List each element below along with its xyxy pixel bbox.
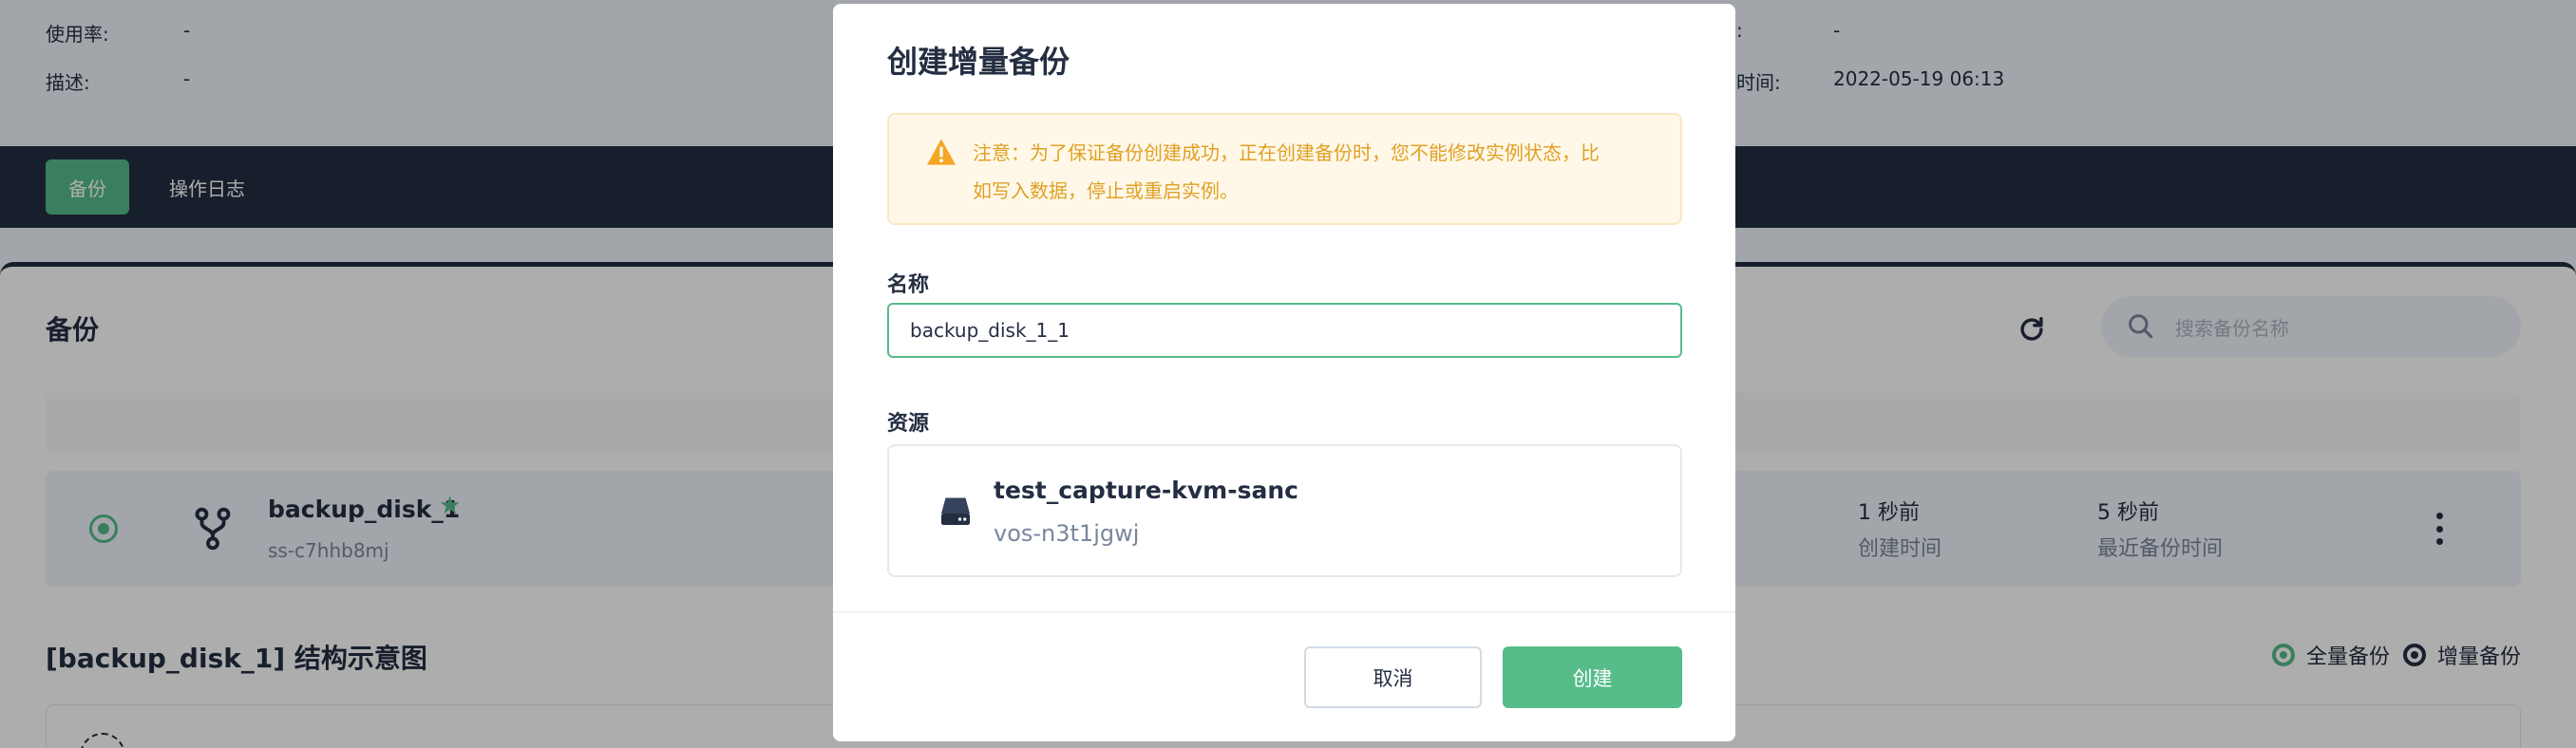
name-label: 名称 bbox=[887, 273, 930, 297]
cancel-button[interactable]: 取消 bbox=[1304, 646, 1482, 708]
create-button[interactable]: 创建 bbox=[1503, 646, 1682, 708]
disk-icon bbox=[941, 497, 970, 525]
dialog-title: 创建增量备份 bbox=[887, 44, 1070, 80]
resource-id: vos-n3t1jgwj bbox=[994, 520, 1140, 547]
resource-name: test_capture-kvm-sanc bbox=[994, 477, 1298, 504]
footer-divider bbox=[833, 611, 1735, 613]
alert-message: 注意：为了保证备份创建成功，正在创建备份时，您不能修改实例状态，比如写入数据，停… bbox=[973, 141, 1600, 202]
resource-label: 资源 bbox=[887, 412, 930, 436]
warning-alert: 注意：为了保证备份创建成功，正在创建备份时，您不能修改实例状态，比如写入数据，停… bbox=[887, 113, 1682, 225]
warning-icon bbox=[927, 139, 956, 165]
create-incremental-backup-dialog: 创建增量备份 注意：为了保证备份创建成功，正在创建备份时，您不能修改实例状态，比… bbox=[833, 4, 1735, 741]
name-input[interactable] bbox=[887, 303, 1682, 358]
resource-card: test_capture-kvm-sanc vos-n3t1jgwj bbox=[887, 444, 1682, 577]
